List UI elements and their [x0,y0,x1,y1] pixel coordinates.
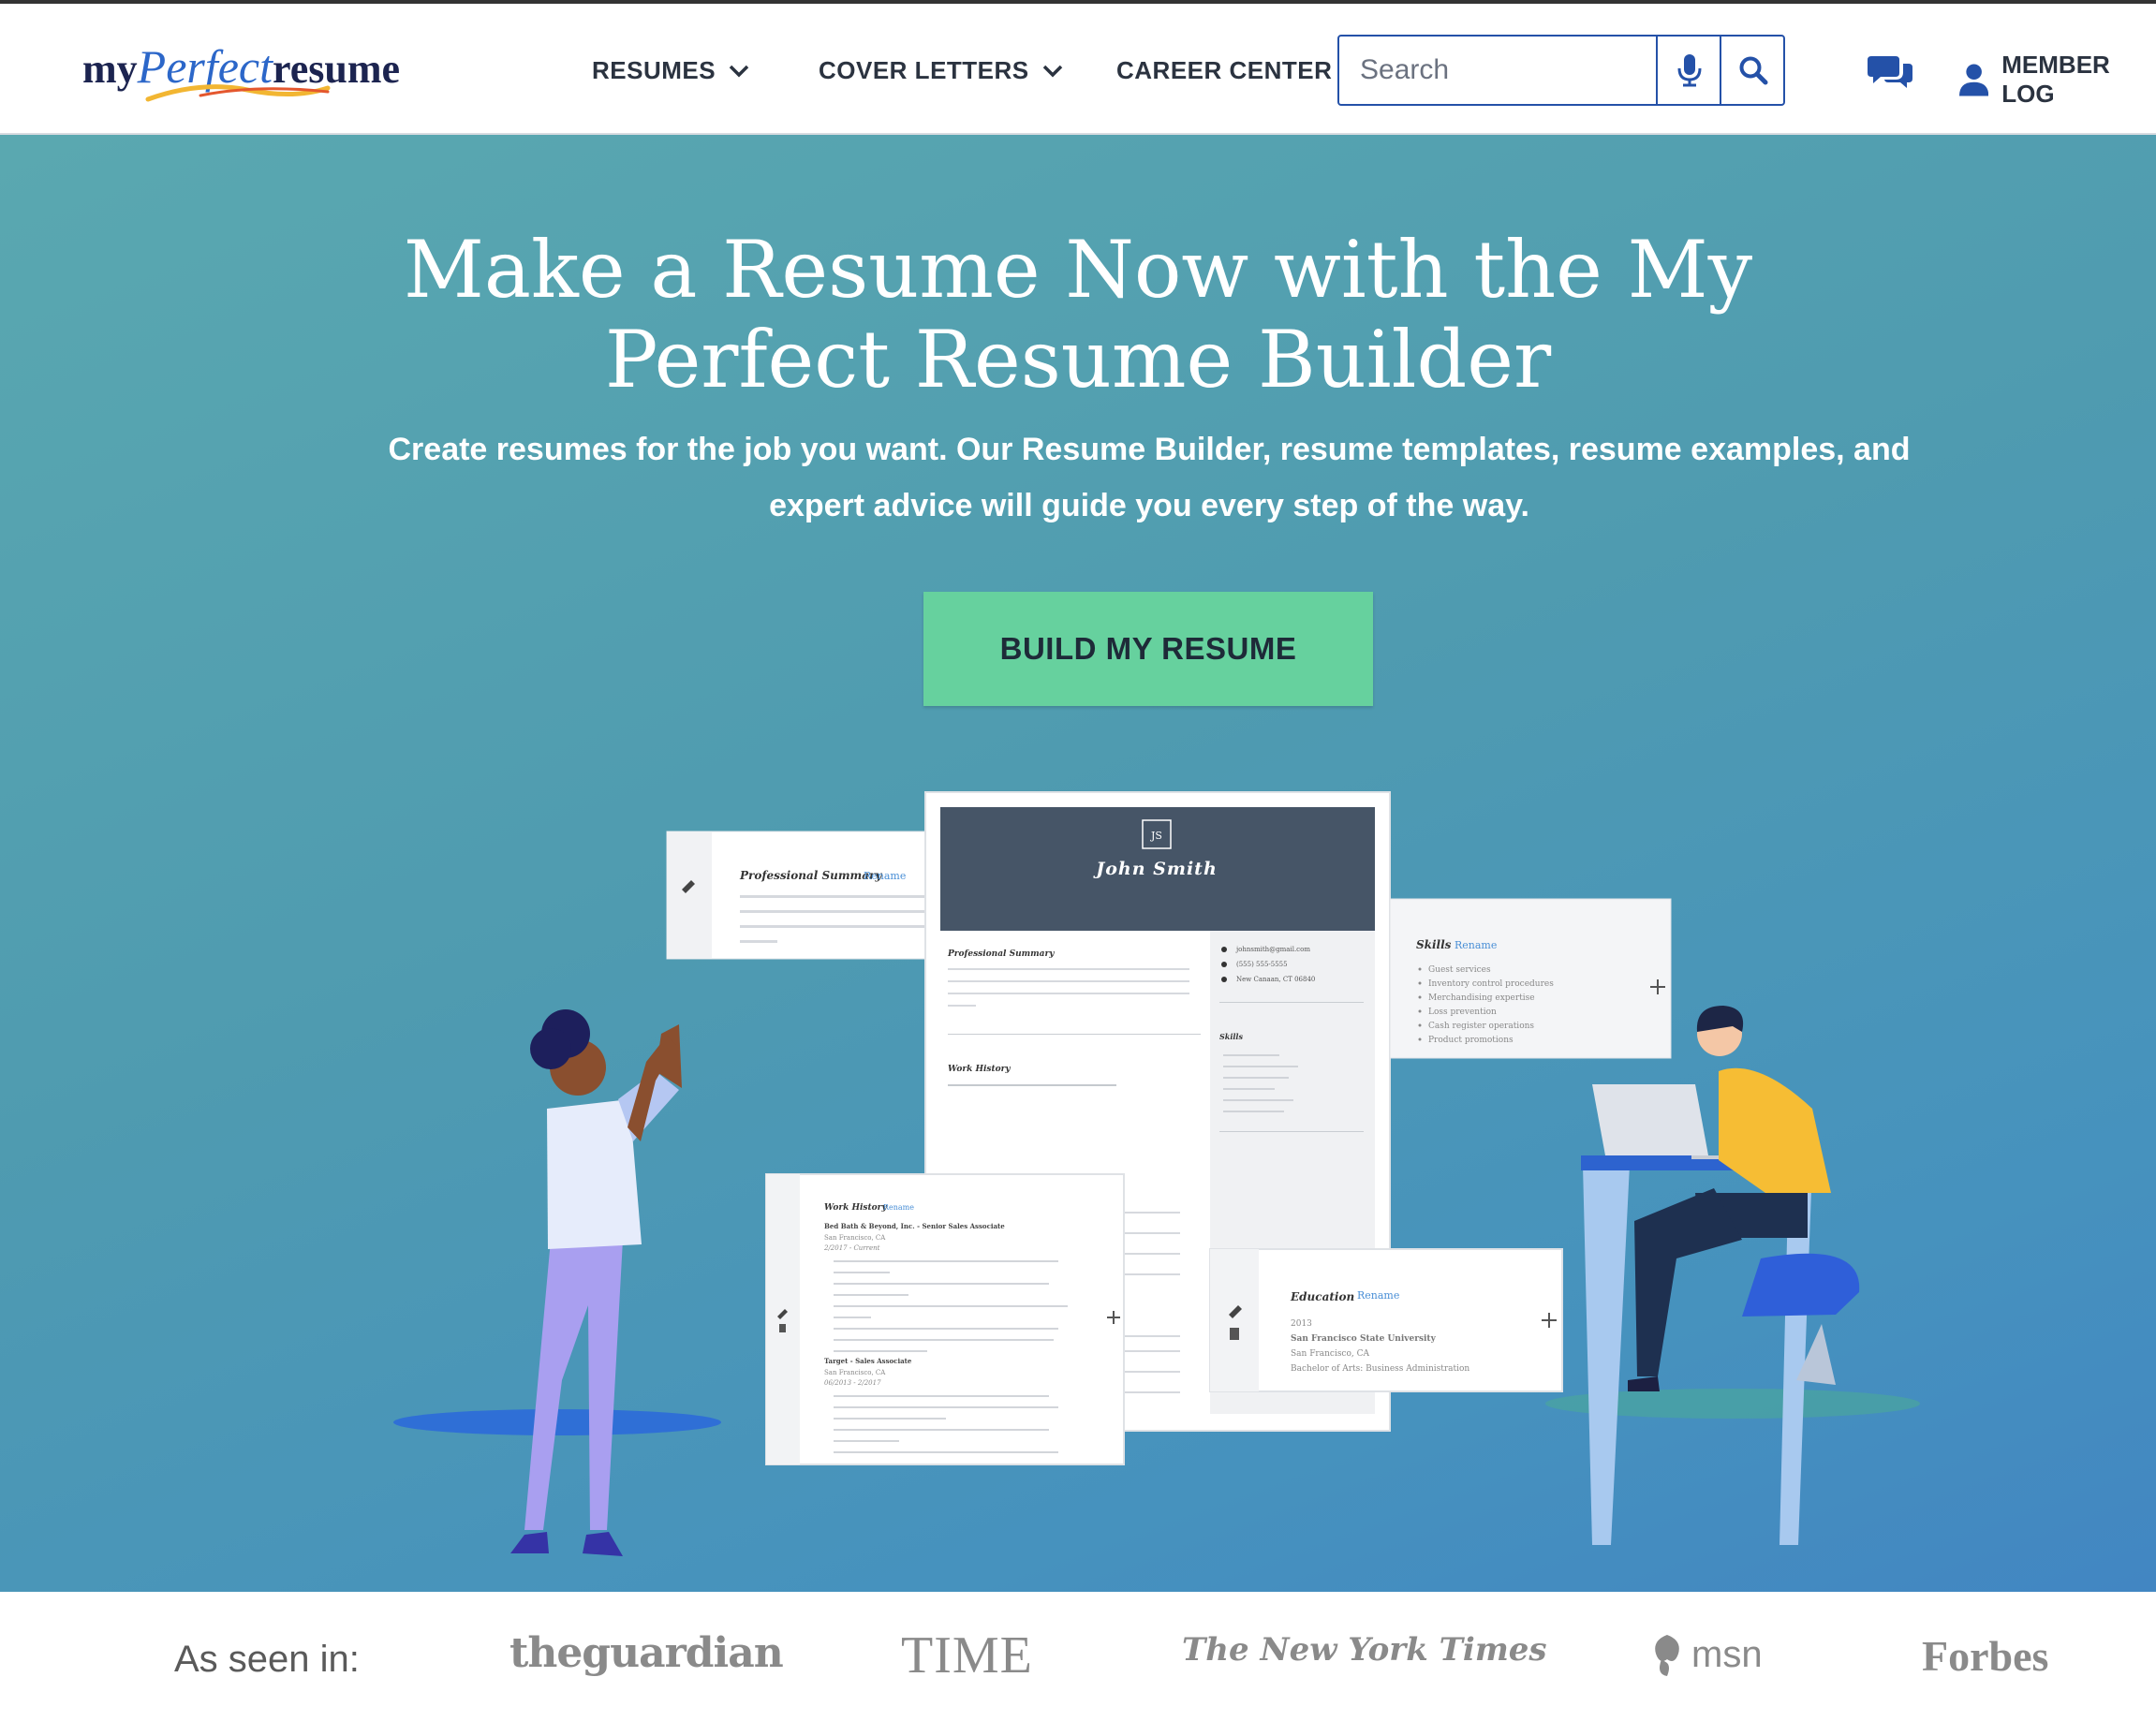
microphone-icon [1677,54,1702,87]
msn-logo-text: msn [1691,1633,1763,1675]
nav-cover-letters-label: COVER LETTERS [819,56,1029,84]
chat-bubbles-icon [1868,56,1912,88]
card-work-heading: Work History [824,1203,887,1213]
as-seen-in-bar: As seen in: theguardian TIME The New Yor… [0,1592,2156,1736]
skill-item: Cash register operations [1428,1022,1534,1031]
resume-location: New Canaan, CT 06840 [1236,976,1315,983]
work-history-card: Work History Rename Bed Bath & Beyond, I… [765,1173,1125,1465]
search-input[interactable] [1341,38,1650,102]
professional-summary-card: Professional Summary Rename [666,831,932,960]
job2-title: Target - Sales Associate [824,1357,912,1365]
as-seen-in-label: As seen in: [174,1639,360,1680]
search-button[interactable] [1720,37,1785,104]
magnifier-icon [1739,56,1768,85]
logo-my: my [82,46,138,92]
job2-city: San Francisco, CA [824,1369,886,1376]
skill-item: Merchandising expertise [1428,993,1535,1003]
skill-item: Guest services [1428,965,1491,975]
rename-link: Rename [864,870,906,882]
job1-title: Bed Bath & Beyond, Inc. - Senior Sales A… [824,1222,1005,1230]
job1-dates: 2/2017 - Current [823,1244,880,1252]
msn-logo: msn [1648,1631,1763,1678]
logo-swoosh-icon [145,84,331,102]
skill-item: Loss prevention [1428,1008,1497,1017]
nav-resumes-label: RESUMES [592,56,716,84]
butterfly-icon [1655,1635,1679,1676]
man-at-desk-figure [1581,1006,1860,1545]
edu-school: San Francisco State University [1291,1334,1437,1344]
nav-resumes[interactable]: RESUMES [592,56,749,85]
edu-city: San Francisco, CA [1291,1349,1370,1359]
search-box [1337,35,1785,106]
resume-phone: (555) 555-5555 [1236,961,1288,968]
site-header: myPerfectresume RESUMES COVER LETTERS CA… [0,4,2156,135]
card-skills-heading: Skills [1416,938,1452,951]
time-logo: TIME [901,1626,1033,1685]
skill-item: Inventory control procedures [1428,979,1554,989]
skill-item: Product promotions [1428,1036,1514,1045]
user-icon [1959,64,1989,96]
job2-dates: 06/2013 - 2/2017 [824,1379,881,1387]
guardian-logo: theguardian [509,1629,784,1677]
resume-email: johnsmith@gmail.com [1235,946,1310,953]
member-login-label: MEMBER LOG [2001,51,2110,108]
rename-link: Rename [883,1203,914,1212]
chevron-down-icon [1042,65,1062,77]
forbes-logo: Forbes [1922,1632,2049,1680]
resume-name: John Smith [1093,859,1218,879]
resume-builder-illustration: Professional Summary Rename JS John Smit… [393,791,1920,1556]
nyt-logo: The New York Times [1182,1631,1547,1669]
voice-search-button[interactable] [1656,37,1721,104]
skills-card: Skills Rename Guest services Inventory c… [1389,898,1672,1059]
job1-city: San Francisco, CA [824,1234,886,1242]
member-login-link[interactable]: MEMBER LOG [1959,51,2156,109]
education-card: Education Rename 2013 San Francisco Stat… [1209,1248,1563,1392]
card-education-heading: Education [1290,1290,1354,1303]
edu-degree: Bachelor of Arts: Business Administratio… [1291,1364,1469,1374]
resume-skills-heading: Skills [1219,1032,1243,1041]
card-summary-heading: Professional Summary [739,869,882,882]
woman-figure [510,1009,682,1556]
chevron-down-icon [729,65,749,77]
nav-cover-letters[interactable]: COVER LETTERS [819,56,1063,85]
hero-section: Make a Resume Now with the My Perfect Re… [0,135,2156,1592]
edu-year: 2013 [1291,1319,1312,1329]
resume-work-heading: Work History [948,1065,1011,1074]
rename-link: Rename [1455,939,1497,951]
site-logo[interactable]: myPerfectresume [82,39,400,105]
trash-icon [1230,1328,1239,1340]
rename-link: Rename [1357,1289,1399,1302]
chat-button[interactable] [1868,52,1912,95]
resume-initials: JS [1150,830,1162,842]
trash-icon [779,1324,786,1332]
nav-career-center-label: CAREER CENTER [1116,56,1333,84]
resume-summary-heading: Professional Summary [947,949,1055,959]
nav-career-center[interactable]: CAREER CENTER [1116,56,1332,85]
